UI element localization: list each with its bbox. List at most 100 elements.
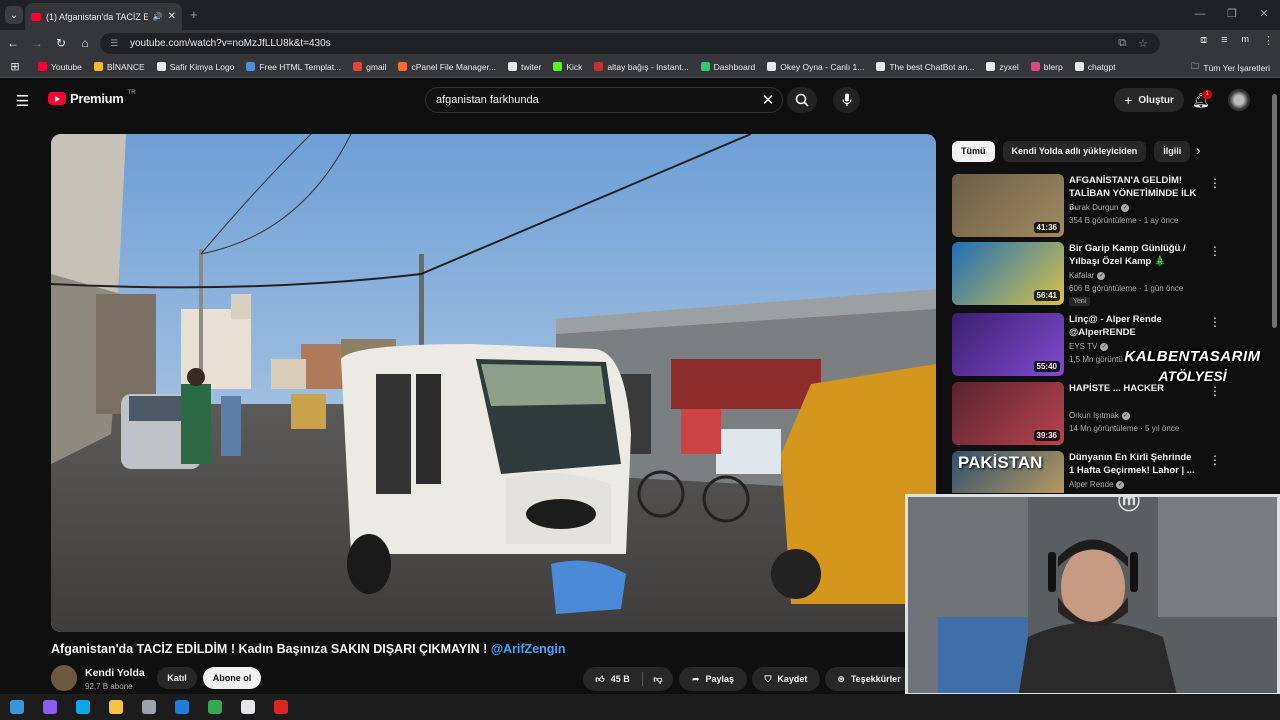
video-thumbnail[interactable]: PAKİSTAN	[952, 451, 1064, 493]
chip-related[interactable]: İlgili	[1154, 140, 1191, 162]
page-scrollbar[interactable]	[1272, 94, 1277, 328]
bookmark-item[interactable]: Dashboard	[700, 62, 755, 72]
close-window-icon[interactable]: ✕	[1248, 0, 1280, 30]
clear-search-icon[interactable]: ✕	[754, 91, 782, 109]
bookmark-label: Kick	[566, 61, 583, 72]
recommendation-title[interactable]: Linç@ - Alper Rende @AlperRENDE	[1069, 313, 1199, 339]
hamburger-menu-icon[interactable]: ☰	[16, 92, 29, 110]
calculator-icon[interactable]	[132, 694, 165, 720]
voice-search-button[interactable]	[833, 87, 860, 113]
chevron-right-icon[interactable]: ›	[1196, 142, 1201, 158]
recommendation-channel[interactable]: Burak Durgun ✓	[1069, 203, 1130, 212]
address-bar[interactable]: ☰ youtube.com/watch?v=noMzJfLLU8k&t=430s…	[100, 33, 1160, 54]
search-input[interactable]: afganistan farkhunda	[436, 94, 754, 106]
restore-icon[interactable]: ❐	[1216, 0, 1248, 30]
edge-icon[interactable]	[66, 694, 99, 720]
account-avatar[interactable]	[1228, 89, 1250, 111]
watermark-line2: ATÖLYESİ	[1158, 368, 1227, 384]
subscribe-button[interactable]: Abone ol	[203, 667, 261, 689]
recommendation-channel[interactable]: EYS TV ✓	[1069, 342, 1109, 351]
bookmark-item[interactable]: Youtube	[38, 62, 82, 72]
bookmark-item[interactable]: BİNANCE	[93, 62, 145, 72]
channel-name[interactable]: Kendi Yolda	[85, 667, 145, 679]
bookmark-item[interactable]: Safir Kimya Logo	[156, 62, 234, 72]
bookmark-item[interactable]: cPanel File Manager...	[398, 62, 496, 72]
super-thanks-icon: ⊛	[837, 673, 845, 684]
bookmark-item[interactable]: Free HTML Templat...	[246, 62, 341, 72]
duration-badge: 55:40	[1033, 361, 1060, 372]
recommendation-title[interactable]: Dünyanın En Kirli Şehrinde 1 Hafta Geçir…	[1069, 451, 1199, 477]
search-button[interactable]	[787, 87, 817, 113]
chrome-icon[interactable]	[198, 694, 231, 720]
obs-icon[interactable]	[231, 694, 264, 720]
bookmark-item[interactable]: Kick	[553, 62, 582, 72]
copilot-icon[interactable]	[33, 694, 66, 720]
video-thumbnail[interactable]: 41:36	[952, 174, 1064, 237]
file-explorer-icon[interactable]	[99, 694, 132, 720]
close-tab-icon[interactable]: ✕	[168, 11, 176, 22]
windows-start-icon-glyph	[9, 700, 24, 714]
bookmark-item[interactable]: twiter	[508, 62, 541, 72]
reload-icon[interactable]: ↻	[50, 36, 72, 50]
bookmark-item[interactable]: The best ChatBot an...	[876, 62, 974, 72]
home-icon[interactable]: ⌂	[74, 36, 96, 50]
bookmark-item[interactable]: zyxel	[986, 62, 1019, 72]
browser-menu-icon[interactable]: ⋮	[1263, 34, 1274, 47]
share-button[interactable]: ➦ Paylaş	[679, 667, 747, 691]
forward-icon[interactable]: →	[26, 36, 48, 50]
new-tab-button[interactable]: +	[190, 7, 198, 22]
video-player[interactable]	[51, 134, 936, 632]
recommendation-channel[interactable]: Alper Rende ✓	[1069, 480, 1125, 489]
youtube-premium-logo[interactable]: Premium TR	[48, 90, 136, 106]
chip-all[interactable]: Tümü	[952, 140, 995, 162]
recommendation-item[interactable]: 41:36 AFGANİSTAN'A GELDİM! TALİBAN YÖNETİ…	[952, 174, 1262, 238]
apps-grid-icon[interactable]: ⊞	[0, 60, 30, 73]
extensions-icon[interactable]: ⧈	[1200, 34, 1207, 47]
save-button[interactable]: ⛉ Kaydet	[752, 667, 820, 691]
more-options-icon[interactable]: ⋮	[1209, 315, 1221, 329]
create-button[interactable]: + Oluştur	[1114, 88, 1184, 112]
more-options-icon[interactable]: ⋮	[1209, 176, 1221, 190]
bookmark-item[interactable]: chatgpt	[1074, 62, 1116, 72]
like-button[interactable]: 👍︎ 45 B	[583, 672, 643, 686]
bookmark-item[interactable]: Okey Oyna - Canlı 1...	[767, 62, 864, 72]
video-thumbnail[interactable]: 39:36	[952, 382, 1064, 445]
minimize-icon[interactable]: —	[1184, 0, 1216, 30]
join-button[interactable]: Katıl	[157, 667, 197, 689]
recommendation-item[interactable]: PAKİSTAN Dünyanın En Kirli Şehrinde 1 Haf…	[952, 451, 1262, 493]
media-control-icon[interactable]: ≡	[1221, 34, 1227, 47]
url-text[interactable]: youtube.com/watch?v=noMzJfLLU8k&t=430s	[130, 38, 1118, 49]
back-icon[interactable]: ←	[2, 36, 24, 50]
bookmark-favicon-icon	[38, 62, 47, 71]
more-options-icon[interactable]: ⋮	[1209, 453, 1221, 467]
more-options-icon[interactable]: ⋮	[1209, 244, 1221, 258]
bookmark-item[interactable]: gmail	[353, 62, 386, 72]
video-thumbnail[interactable]: 56:41	[952, 242, 1064, 305]
app-red-icon[interactable]	[264, 694, 297, 720]
recommendation-item[interactable]: 56:41 Bir Garip Kamp Günlüğü / Yılbaşı Öz…	[952, 242, 1262, 306]
bookmark-item[interactable]: blerp	[1030, 62, 1063, 72]
mention-link[interactable]: @ArifZengin	[491, 642, 566, 656]
webcam-overlay: ⓜ	[905, 494, 1280, 696]
cast-icon[interactable]: ⧉	[1118, 37, 1126, 50]
chip-from-uploader[interactable]: Kendi Yolda adlı yükleyiciden	[1002, 140, 1147, 162]
browser-tab-active[interactable]: (1) Afganistan'da TACİZ EDİ... 🔊 ✕	[25, 3, 182, 30]
outlook-icon[interactable]	[165, 694, 198, 720]
youtube-header: ☰ Premium TR afganistan farkhunda ✕ + Ol…	[0, 80, 1280, 120]
tab-search-button[interactable]: ⌄	[5, 6, 23, 24]
all-bookmarks-button[interactable]: 🗀 Tüm Yer İşaretleri	[1191, 61, 1270, 75]
recommendation-channel[interactable]: Orkun Işıtmak ✓	[1069, 411, 1130, 420]
dislike-button[interactable]: 👎︎	[643, 674, 673, 685]
bookmark-item[interactable]: altay bağış - Instant...	[594, 62, 689, 72]
recommendation-channel[interactable]: Kafalar ✓	[1069, 271, 1106, 280]
video-thumbnail[interactable]: 55:40	[952, 313, 1064, 376]
channel-avatar[interactable]	[51, 665, 77, 691]
thanks-button[interactable]: ⊛ Teşekkürler	[825, 667, 913, 691]
bookmark-star-icon[interactable]: ☆	[1138, 37, 1148, 50]
recommendation-title[interactable]: Bir Garip Kamp Günlüğü / Yılbaşı Özel Ka…	[1069, 242, 1199, 268]
audio-icon[interactable]: 🔊	[153, 12, 163, 21]
profile-button[interactable]: m	[1242, 34, 1250, 47]
search-box[interactable]: afganistan farkhunda ✕	[425, 87, 783, 113]
site-info-icon[interactable]: ☰	[110, 38, 122, 49]
windows-start-icon[interactable]	[0, 694, 33, 720]
